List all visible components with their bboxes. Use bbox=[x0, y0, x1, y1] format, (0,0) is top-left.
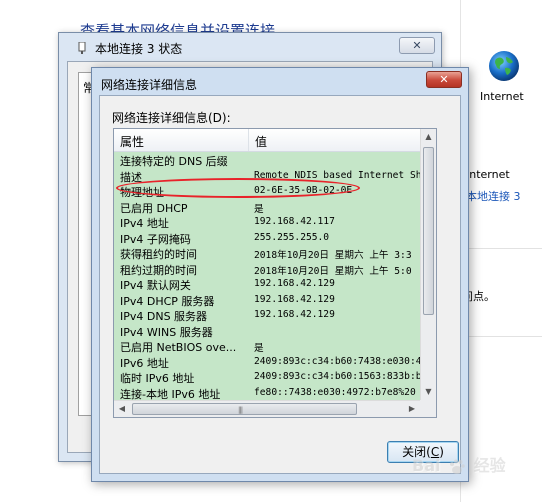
connection-status-icon bbox=[78, 42, 86, 54]
row-value: Remote NDIS based Internet Sha bbox=[254, 169, 420, 181]
network-details-dialog: 网络连接详细信息 ✕ 网络连接详细信息(D): 属性 值 连接特定的 DNS 后… bbox=[91, 67, 469, 482]
divider bbox=[462, 248, 542, 249]
row-value: 255.255.255.0 bbox=[254, 231, 330, 243]
details-close-x-button[interactable]: ✕ bbox=[426, 71, 462, 88]
divider bbox=[462, 336, 542, 337]
table-row[interactable]: 临时 IPv6 地址 2409:893c:c34:b60:1563:833b:b5 bbox=[114, 370, 420, 386]
row-value: fe80::7438:e030:4972:b7e8%20 bbox=[254, 386, 416, 398]
table-row[interactable]: 租约过期的时间 2018年10月20日 星期六 上午 5:0 bbox=[114, 262, 420, 278]
scroll-down-arrow-icon[interactable]: ▼ bbox=[421, 384, 436, 400]
row-property: IPv4 地址 bbox=[120, 217, 169, 230]
table-row[interactable]: 已启用 DHCP 是 bbox=[114, 200, 420, 216]
vertical-scrollbar[interactable]: ▲ ▼ bbox=[420, 129, 436, 400]
row-value: 2018年10月20日 星期六 上午 3:3 bbox=[254, 250, 412, 261]
row-property: IPv4 WINS 服务器 bbox=[120, 325, 213, 339]
row-property: IPv4 子网掩码 bbox=[120, 232, 191, 246]
row-property: 连接-本地 IPv6 地址 bbox=[120, 387, 221, 401]
row-property: 租约过期的时间 bbox=[120, 263, 197, 277]
list-header: 属性 值 bbox=[114, 129, 420, 152]
column-header-value-label: 值 bbox=[255, 135, 268, 149]
row-value: 02-6E-35-0B-02-0E bbox=[254, 185, 353, 196]
row-property: 已启用 NetBIOS ove... bbox=[120, 341, 237, 354]
horizontal-scrollbar[interactable]: ◀ ||| ▶ bbox=[114, 400, 420, 417]
row-value: 192.168.42.117 bbox=[254, 216, 335, 227]
row-value: 192.168.42.129 bbox=[254, 309, 335, 320]
row-property: 连接特定的 DNS 后缀 bbox=[120, 155, 228, 168]
column-header-value[interactable]: 值 bbox=[249, 129, 420, 151]
internet-label: Internet bbox=[480, 90, 524, 103]
table-row[interactable]: 物理地址 02-6E-35-0B-02-0E bbox=[114, 184, 420, 200]
table-row[interactable]: 获得租约的时间 2018年10月20日 星期六 上午 3:3 bbox=[114, 246, 420, 262]
baidu-watermark: Bai 经验 bbox=[412, 452, 506, 482]
row-value: 192.168.42.129 bbox=[254, 293, 335, 305]
paw-icon bbox=[450, 459, 465, 474]
status-titlebar[interactable]: 本地连接 3 状态 ✕ bbox=[59, 33, 441, 61]
table-row[interactable]: 已启用 NetBIOS ove... 是 bbox=[114, 339, 420, 355]
row-property: 获得租约的时间 bbox=[120, 248, 197, 261]
table-row[interactable]: 连接特定的 DNS 后缀 bbox=[114, 153, 420, 169]
details-dialog-title: 网络连接详细信息 bbox=[101, 78, 198, 92]
table-row[interactable]: IPv4 默认网关 192.168.42.129 bbox=[114, 277, 420, 293]
row-value: 2409:893c:c34:b60:1563:833b:b5 bbox=[254, 371, 420, 382]
row-value: 2018年10月20日 星期六 上午 5:0 bbox=[254, 265, 412, 277]
table-row[interactable]: IPv4 WINS 服务器 bbox=[114, 324, 420, 340]
row-property: 临时 IPv6 地址 bbox=[120, 372, 195, 385]
details-list-view[interactable]: 属性 值 连接特定的 DNS 后缀 描述 Remote NDIS based Int… bbox=[113, 128, 437, 418]
horizontal-scroll-thumb[interactable]: ||| bbox=[132, 403, 357, 415]
status-close-button[interactable]: ✕ bbox=[399, 37, 435, 54]
scrollbar-corner bbox=[420, 400, 436, 417]
list-rows: 连接特定的 DNS 后缀 描述 Remote NDIS based Internet… bbox=[114, 153, 420, 400]
table-row[interactable]: IPv6 地址 2409:893c:c34:b60:7438:e030:49 bbox=[114, 355, 420, 371]
vertical-scroll-thumb[interactable] bbox=[423, 147, 434, 315]
row-property: IPv4 DHCP 服务器 bbox=[120, 294, 215, 308]
row-property: IPv4 默认网关 bbox=[120, 279, 191, 292]
row-property: 物理地址 bbox=[120, 186, 164, 199]
table-row[interactable]: IPv4 DNS 服务器 192.168.42.129 bbox=[114, 308, 420, 324]
row-property: IPv6 地址 bbox=[120, 356, 169, 370]
row-value: 192.168.42.129 bbox=[254, 278, 335, 289]
watermark-text-right: 经验 bbox=[473, 456, 506, 475]
table-row[interactable]: 描述 Remote NDIS based Internet Sha bbox=[114, 169, 420, 185]
internet-globe-icon bbox=[489, 51, 519, 81]
internet-access-label: Internet bbox=[466, 168, 510, 181]
watermark-text-left: Bai bbox=[412, 456, 441, 475]
details-dialog-body: 网络连接详细信息(D): 属性 值 连接特定的 DNS 后缀 描述 Remote N… bbox=[99, 95, 461, 474]
row-property: 已启用 DHCP bbox=[120, 201, 188, 215]
details-titlebar[interactable]: 网络连接详细信息 ✕ bbox=[92, 68, 468, 96]
scroll-grip-icon: ||| bbox=[238, 406, 243, 414]
table-row[interactable]: IPv4 地址 192.168.42.117 bbox=[114, 215, 420, 231]
column-header-property[interactable]: 属性 bbox=[114, 129, 249, 151]
scroll-up-arrow-icon[interactable]: ▲ bbox=[421, 129, 436, 145]
connection-link[interactable]: 本地连接 3 bbox=[466, 188, 521, 204]
row-property: IPv4 DNS 服务器 bbox=[120, 310, 208, 323]
row-value: 是 bbox=[254, 203, 264, 215]
column-header-property-label: 属性 bbox=[120, 135, 145, 149]
row-value: 是 bbox=[254, 343, 264, 354]
details-list-label: 网络连接详细信息(D): bbox=[112, 111, 231, 125]
row-property: 描述 bbox=[120, 170, 142, 184]
table-row[interactable]: IPv4 DHCP 服务器 192.168.42.129 bbox=[114, 293, 420, 309]
scroll-left-arrow-icon[interactable]: ◀ bbox=[114, 401, 130, 417]
table-row[interactable]: IPv4 子网掩码 255.255.255.0 bbox=[114, 231, 420, 247]
row-value: 2409:893c:c34:b60:7438:e030:49 bbox=[254, 355, 420, 367]
table-row[interactable]: 连接-本地 IPv6 地址 fe80::7438:e030:4972:b7e8%2… bbox=[114, 386, 420, 401]
status-dialog-title: 本地连接 3 状态 bbox=[95, 42, 183, 56]
scroll-right-arrow-icon[interactable]: ▶ bbox=[404, 401, 420, 417]
